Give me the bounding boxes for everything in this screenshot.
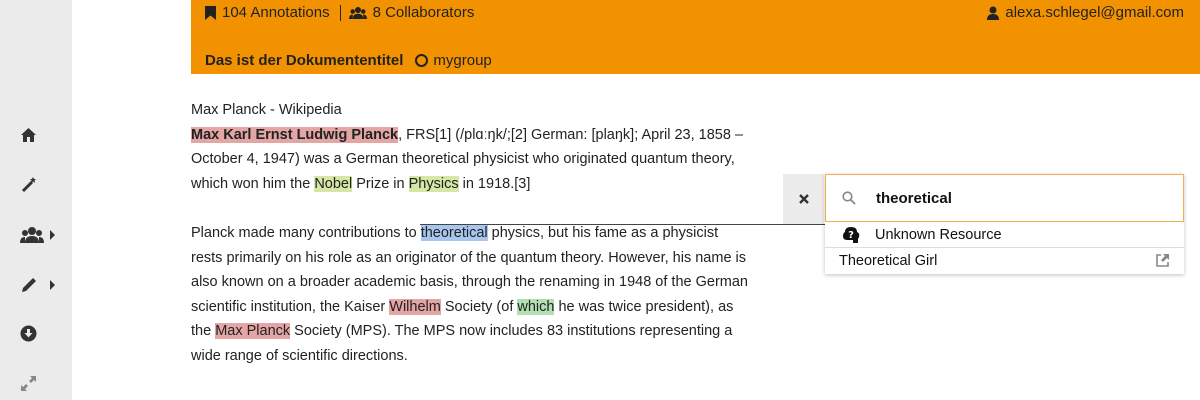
group-name[interactable]: mygroup: [433, 52, 491, 69]
annotation-highlight[interactable]: which: [517, 298, 555, 315]
document-title: Das ist der Dokumententitel: [205, 52, 404, 69]
text-span: Society (of: [440, 298, 518, 315]
result-unknown-resource[interactable]: ? Unknown Resource: [825, 222, 1184, 248]
left-sidebar: [0, 0, 72, 400]
paragraph-2: Planck made many contributions to theore…: [191, 221, 751, 368]
group-circle-icon: [415, 54, 429, 67]
home-button[interactable]: [20, 122, 60, 148]
paragraph-1: Max Karl Ernst Ludwig Planck, FRS[1] (/p…: [191, 123, 751, 197]
home-icon: [21, 128, 36, 142]
annotations-count[interactable]: 104 Annotations: [222, 4, 330, 21]
document-body: Max Planck - Wikipedia Max Karl Ernst Lu…: [191, 98, 751, 368]
header-divider: [339, 4, 341, 21]
unknown-resource-icon: ?: [843, 226, 860, 243]
search-input[interactable]: [872, 189, 1166, 207]
group-icon: [20, 227, 44, 243]
text-span: in 1918.[3]: [458, 175, 531, 192]
group-icon: [348, 6, 367, 19]
magic-wand-icon: [21, 177, 36, 193]
pencil-icon: [22, 278, 36, 292]
source-title: Max Planck - Wikipedia: [191, 102, 342, 118]
result-theoretical-girl[interactable]: Theoretical Girl: [825, 248, 1184, 274]
magic-wand-button[interactable]: [20, 172, 60, 198]
user-account[interactable]: alexa.schlegel@gmail.com: [987, 4, 1184, 21]
resource-search-popup: ? Unknown Resource Theoretical Girl: [825, 174, 1184, 274]
download-icon: [20, 325, 37, 341]
text-span: Planck made many contributions to: [191, 225, 421, 241]
annotation-connector-line: [420, 224, 825, 225]
selected-text-highlight[interactable]: theoretical: [420, 225, 488, 241]
bookmark-icon: [205, 5, 216, 20]
text-span: Prize in: [352, 175, 409, 192]
caret-right-icon: [50, 280, 55, 290]
search-box: [825, 174, 1184, 222]
search-icon: [842, 191, 856, 205]
edit-menu-button[interactable]: [20, 272, 60, 298]
caret-right-icon: [50, 230, 55, 240]
group-menu-button[interactable]: [20, 222, 60, 248]
download-button[interactable]: [20, 320, 60, 346]
expand-button[interactable]: [20, 370, 60, 396]
annotation-highlight[interactable]: Physics: [408, 175, 459, 192]
annotation-highlight[interactable]: Max Planck: [215, 323, 291, 339]
document-header: 104 Annotations 8 Collaborators alexa.sc…: [191, 0, 1200, 74]
user-email: alexa.schlegel@gmail.com: [1005, 4, 1184, 21]
annotation-highlight[interactable]: Max Karl Ernst Ludwig Planck: [191, 126, 399, 143]
annotation-highlight[interactable]: Wilhelm: [389, 298, 441, 315]
expand-icon: [21, 375, 36, 391]
annotation-highlight[interactable]: Nobel: [314, 175, 353, 192]
collaborators-count[interactable]: 8 Collaborators: [373, 4, 475, 21]
result-label: Theoretical Girl: [839, 253, 938, 269]
close-button[interactable]: [783, 174, 824, 224]
external-link-icon[interactable]: [1155, 253, 1170, 268]
close-icon: [798, 194, 809, 204]
result-label: Unknown Resource: [875, 226, 1002, 243]
user-icon: [987, 6, 1000, 20]
